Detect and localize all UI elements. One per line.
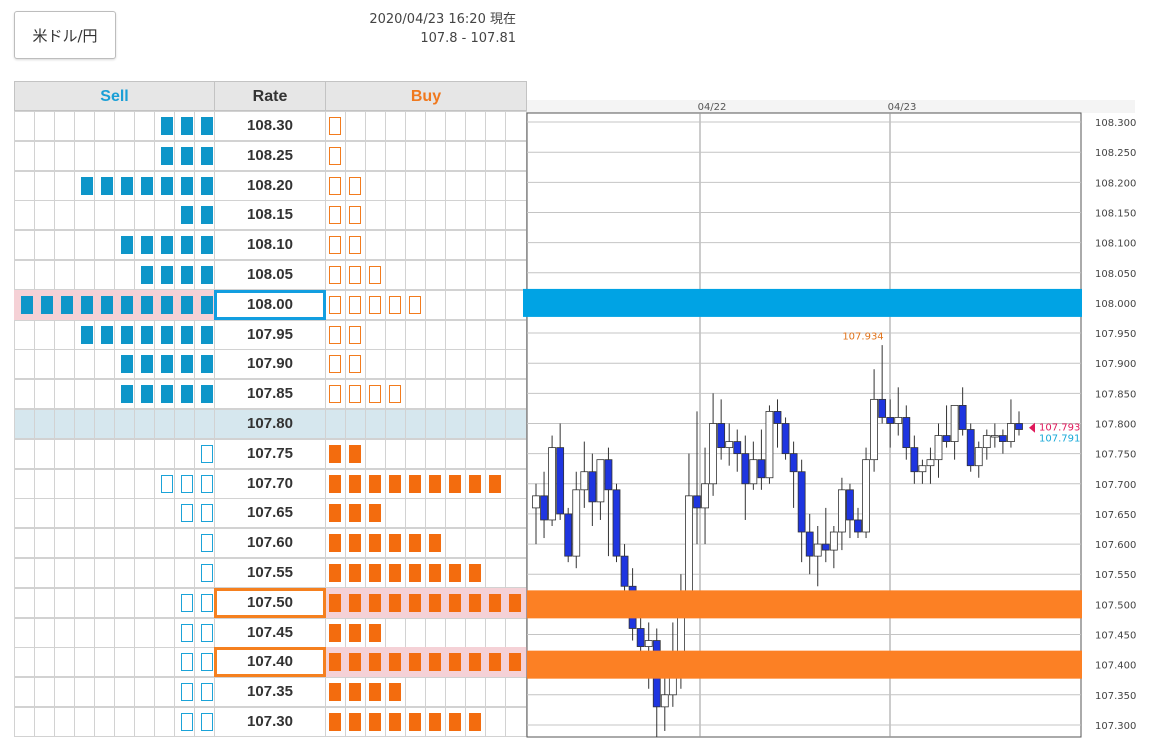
- candle-body: [878, 398, 887, 418]
- price-axis-label: 107.300: [1095, 721, 1136, 732]
- candle-body: [644, 640, 653, 647]
- candle-body: [894, 417, 903, 424]
- current-price-label: 107.793: [1039, 423, 1080, 434]
- candle-body: [918, 465, 927, 473]
- price-axis-label: 107.650: [1095, 510, 1136, 521]
- candle-body: [588, 471, 597, 503]
- date-axis-strip: [527, 100, 1135, 113]
- candle-body: [693, 495, 701, 509]
- price-axis-label: 107.500: [1095, 600, 1136, 611]
- price-axis-label: 107.850: [1095, 389, 1136, 400]
- date-axis-label: 04/22: [698, 102, 727, 113]
- candle-body: [846, 489, 854, 521]
- candle-body: [564, 513, 573, 557]
- candle-body: [757, 459, 766, 479]
- current-price-label: 107.791: [1039, 434, 1080, 445]
- candle-body: [556, 447, 565, 515]
- price-level-band: [523, 288, 1082, 317]
- candle-body: [532, 495, 540, 509]
- price-level-band: [527, 590, 1082, 619]
- candle-body: [620, 555, 629, 587]
- price-axis-label: 108.250: [1095, 148, 1136, 159]
- candle-body: [950, 405, 959, 442]
- candle-body: [958, 405, 967, 430]
- candle-body: [660, 694, 669, 708]
- price-axis-label: 107.600: [1095, 540, 1136, 551]
- candle-body: [580, 471, 589, 491]
- price-axis-label: 107.950: [1095, 329, 1136, 340]
- candle-body: [999, 435, 1007, 442]
- price-axis-label: 107.350: [1095, 691, 1136, 702]
- price-axis-label: 107.550: [1095, 570, 1136, 581]
- candle-body: [982, 435, 991, 449]
- candle-body: [829, 531, 838, 551]
- candle-body: [990, 435, 999, 438]
- candle-body: [942, 435, 951, 442]
- candle-body: [838, 489, 846, 533]
- candle-body: [596, 459, 605, 503]
- plot-area: [526, 112, 1082, 738]
- candle-body: [773, 411, 782, 424]
- price-level-band: [527, 650, 1082, 679]
- candle-body: [862, 459, 870, 533]
- date-axis-label: 04/23: [888, 102, 917, 113]
- candle-body: [636, 628, 645, 647]
- price-axis-label: 107.400: [1095, 661, 1136, 672]
- candle-body: [781, 423, 790, 455]
- candle-body: [870, 398, 878, 461]
- candle-body: [966, 429, 975, 467]
- candle-body: [548, 447, 556, 521]
- price-axis-label: 108.050: [1095, 269, 1136, 280]
- price-axis-label: 108.000: [1095, 299, 1136, 310]
- candle-body: [789, 453, 798, 473]
- candle-body: [886, 417, 895, 424]
- high-price-annotation: 107.934: [842, 332, 883, 343]
- candle-body: [813, 543, 822, 557]
- candle-body: [854, 519, 862, 533]
- candle-body: [974, 447, 983, 467]
- price-axis-label: 107.750: [1095, 450, 1136, 461]
- candle-body: [765, 411, 774, 479]
- candle-body: [910, 447, 919, 473]
- candle-body: [717, 423, 726, 449]
- price-axis-label: 107.800: [1095, 419, 1136, 430]
- candle-body: [926, 459, 935, 467]
- candle-body: [797, 471, 806, 533]
- price-axis-label: 108.300: [1095, 118, 1136, 129]
- candle-body: [805, 531, 814, 557]
- candle-body: [1015, 423, 1023, 430]
- candle-body: [1007, 423, 1015, 442]
- candle-body: [572, 489, 581, 557]
- candle-body: [604, 459, 613, 491]
- candle-body: [709, 423, 717, 485]
- candle-body: [749, 459, 758, 485]
- candle-body: [733, 441, 742, 455]
- candle-body: [821, 543, 830, 551]
- candle-body: [934, 435, 943, 461]
- candle-body: [902, 417, 911, 449]
- candle-body: [612, 489, 621, 557]
- candle-body: [540, 495, 548, 521]
- candle-body: [725, 441, 734, 449]
- candle-body: [701, 483, 709, 509]
- price-axis-label: 108.150: [1095, 208, 1136, 219]
- candle-body: [741, 453, 750, 485]
- candle-body: [685, 495, 693, 593]
- candlestick-chart: 04/22 04/23 108.300 108.250 108.200 108.150 10…: [523, 100, 1136, 738]
- price-axis-label: 107.700: [1095, 480, 1136, 491]
- price-axis-label: 107.450: [1095, 631, 1136, 642]
- price-axis-label: 108.100: [1095, 239, 1136, 250]
- price-axis-label: 107.900: [1095, 359, 1136, 370]
- price-axis-label: 108.200: [1095, 178, 1136, 189]
